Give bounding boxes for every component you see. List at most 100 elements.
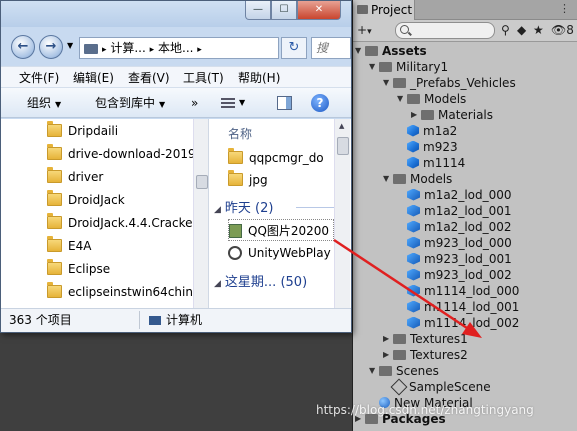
more-commands-button[interactable]: » <box>191 88 198 118</box>
refresh-button[interactable]: ↻ <box>281 37 307 59</box>
scrollbar-thumb[interactable] <box>196 175 208 189</box>
file-item[interactable]: UnityWebPlay <box>228 242 331 264</box>
project-tree-item[interactable]: m1a2 <box>397 123 457 139</box>
file-list-scrollbar[interactable]: ▲ <box>334 119 350 308</box>
model-icon <box>407 268 420 281</box>
maximize-button[interactable]: ☐ <box>271 1 297 20</box>
address-bar[interactable]: ▸ 计算... ▸ 本地... ▸ <box>79 37 279 59</box>
project-search-input[interactable] <box>395 22 495 39</box>
expanded-arrow-icon[interactable]: ▼ <box>369 363 379 379</box>
project-tree-label: m923_lod_001 <box>424 252 512 266</box>
project-tree-item[interactable]: m1114_lod_000 <box>397 283 519 299</box>
project-tree-item[interactable]: m923_lod_000 <box>397 235 512 251</box>
project-tree-item[interactable]: ▼ Models <box>383 171 452 187</box>
watermark-text: https://blog.csdn.net/zhangtingyang <box>316 403 534 417</box>
filter-by-label-icon[interactable]: ◆ <box>517 22 526 39</box>
project-tree-item[interactable]: m1114 <box>397 155 465 171</box>
favorite-icon[interactable]: ★ <box>533 22 544 39</box>
organize-button[interactable]: 组织 ▼ <box>27 88 61 120</box>
folder-tree-item[interactable]: Dripdaili <box>47 120 118 143</box>
folder-tree-item[interactable]: DroidJack.4.4.Cracke <box>47 212 193 235</box>
project-tree-item[interactable]: m1a2_lod_001 <box>397 203 512 219</box>
folder-icon <box>47 144 62 160</box>
preview-pane-icon[interactable] <box>277 96 292 110</box>
menu-help[interactable]: 帮助(H) <box>238 67 280 89</box>
project-tree-item[interactable]: ▶ Materials <box>411 107 493 123</box>
menu-view[interactable]: 查看(V) <box>128 67 170 89</box>
project-tree-label: m923 <box>423 140 458 154</box>
panel-menu-icon[interactable]: ⋮ <box>559 2 572 15</box>
forward-button[interactable]: → <box>39 35 63 59</box>
collapsed-arrow-icon[interactable]: ▶ <box>383 331 393 347</box>
address-segment-computer[interactable]: 计算... <box>110 41 145 55</box>
folder-icon <box>407 93 420 104</box>
file-item[interactable]: jpg <box>228 169 268 191</box>
filter-by-type-icon[interactable]: ⚲ <box>501 22 510 39</box>
project-tree-label: m1a2 <box>423 124 458 138</box>
history-dropdown-icon[interactable]: ▼ <box>67 41 73 50</box>
project-tree-item[interactable]: m1114_lod_002 <box>397 315 519 331</box>
collapse-arrow-icon: ◢ <box>214 205 221 215</box>
image-file-icon <box>229 223 242 238</box>
help-icon[interactable]: ? <box>311 94 329 112</box>
search-icon <box>400 25 409 34</box>
folder-tree-item[interactable]: E4A <box>47 235 91 258</box>
expanded-arrow-icon[interactable]: ▼ <box>383 75 393 91</box>
project-tree-label: Textures2 <box>410 348 468 362</box>
folder-tree-item[interactable]: Eclipse <box>47 258 110 281</box>
collapsed-arrow-icon[interactable]: ▶ <box>383 347 393 363</box>
project-tree-item[interactable]: ▼ _Prefabs_Vehicles <box>383 75 516 91</box>
include-in-library-button[interactable]: 包含到库中 ▼ <box>95 88 165 120</box>
hidden-packages-toggle[interactable]: 👁8 <box>551 22 574 39</box>
project-tree-item[interactable]: m1114_lod_001 <box>397 299 519 315</box>
project-tree-item[interactable]: ▼ Models <box>397 91 466 107</box>
folder-tree-item[interactable]: DroidJack <box>47 189 125 212</box>
menu-tools[interactable]: 工具(T) <box>183 67 224 89</box>
project-tab[interactable]: Project <box>353 0 415 20</box>
project-tree-item[interactable]: ▶ Textures1 <box>383 331 468 347</box>
folder-icon <box>357 5 368 14</box>
title-bar[interactable]: — ☐ ✕ <box>1 1 351 27</box>
close-button[interactable]: ✕ <box>297 1 341 20</box>
menu-file[interactable]: 文件(F) <box>19 67 59 89</box>
add-button[interactable]: +▾ <box>357 22 372 39</box>
group-header-yesterday[interactable]: ◢ 昨天 (2) <box>214 197 273 216</box>
folder-tree-item[interactable]: eclipseinstwin64chine <box>47 281 200 304</box>
minimize-button[interactable]: — <box>245 1 271 20</box>
expanded-arrow-icon[interactable]: ▼ <box>355 43 365 59</box>
expanded-arrow-icon[interactable]: ▼ <box>397 91 407 107</box>
search-field[interactable]: 搜 <box>311 37 351 59</box>
file-item[interactable]: qqpcmgr_do <box>228 147 324 169</box>
status-location: 计算机 <box>149 309 202 331</box>
folder-tree-item[interactable]: drive-download-2019 <box>47 143 196 166</box>
folder-tree-label: DroidJack.4.4.Cracke <box>68 216 193 230</box>
file-item[interactable]: QQ图片20200 <box>228 219 335 241</box>
project-tree-item[interactable]: m1a2_lod_002 <box>397 219 512 235</box>
group-header-this-week[interactable]: ◢ 这星期... (50) <box>214 271 307 290</box>
project-tab-label: Project <box>371 3 413 17</box>
expanded-arrow-icon[interactable]: ▼ <box>383 171 393 187</box>
view-options-icon[interactable] <box>221 98 235 108</box>
scrollbar-thumb[interactable] <box>337 137 349 155</box>
expanded-arrow-icon[interactable]: ▼ <box>369 59 379 75</box>
project-tree-item[interactable]: m923_lod_001 <box>397 251 512 267</box>
project-tree-item[interactable]: m1a2_lod_000 <box>397 187 512 203</box>
prefab-icon <box>407 124 419 137</box>
project-tree-item[interactable]: ▼ Scenes <box>369 363 439 379</box>
project-tree-item[interactable]: SampleScene <box>383 378 491 395</box>
project-tree-item[interactable]: m923_lod_002 <box>397 267 512 283</box>
project-tree-item[interactable]: m923 <box>397 139 458 155</box>
menu-edit[interactable]: 编辑(E) <box>73 67 114 89</box>
project-tree-item[interactable]: ▶ Textures2 <box>383 347 468 363</box>
project-tree-item[interactable]: ▼ Military1 <box>369 59 448 75</box>
navigation-scrollbar[interactable] <box>193 119 208 308</box>
address-segment-local-disk[interactable]: 本地... <box>158 41 193 55</box>
project-tree-label: Scenes <box>396 364 439 378</box>
back-button[interactable]: ← <box>11 35 35 59</box>
collapsed-arrow-icon[interactable]: ▶ <box>411 107 421 123</box>
folder-tree-item[interactable]: driver <box>47 166 103 189</box>
project-tree-item[interactable]: ▼ Assets <box>355 43 427 59</box>
column-header-name[interactable]: 名称 <box>228 125 252 142</box>
scroll-up-arrow-icon[interactable]: ▲ <box>339 122 344 130</box>
view-dropdown-icon[interactable]: ▼ <box>239 88 245 118</box>
